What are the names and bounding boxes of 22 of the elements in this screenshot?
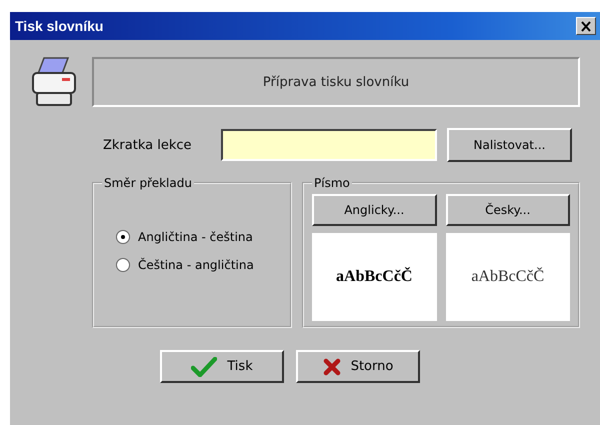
sample-text: aAbBcCčČ (471, 268, 544, 286)
radio-button[interactable] (116, 258, 130, 272)
radio-label[interactable]: Čeština - angličtina (138, 258, 254, 272)
header-title: Příprava tisku slovníku (262, 74, 410, 90)
field-label: Zkratka lekce (103, 138, 193, 152)
font-button[interactable]: Anglicky... (312, 194, 436, 226)
radio-label[interactable]: Angličtina - čeština (138, 230, 253, 244)
window-title: Tisk slovníku (15, 18, 104, 34)
printer-icon (30, 56, 78, 108)
group-title: Směr překladu (103, 176, 193, 190)
close-icon (580, 20, 592, 32)
sample-text: aAbBcCčČ (336, 268, 412, 286)
radio-button[interactable] (116, 230, 130, 244)
check-icon (191, 356, 218, 376)
cancel-button[interactable]: Storno (296, 350, 420, 383)
font-button[interactable]: Česky... (446, 194, 570, 226)
input-field[interactable] (221, 129, 437, 161)
cross-icon (322, 358, 341, 376)
print-button[interactable]: Tisk (160, 350, 284, 383)
group-title: Písmo (313, 176, 351, 190)
browse-button[interactable]: Nalistovat... (447, 128, 572, 162)
close-button[interactable] (576, 17, 596, 35)
